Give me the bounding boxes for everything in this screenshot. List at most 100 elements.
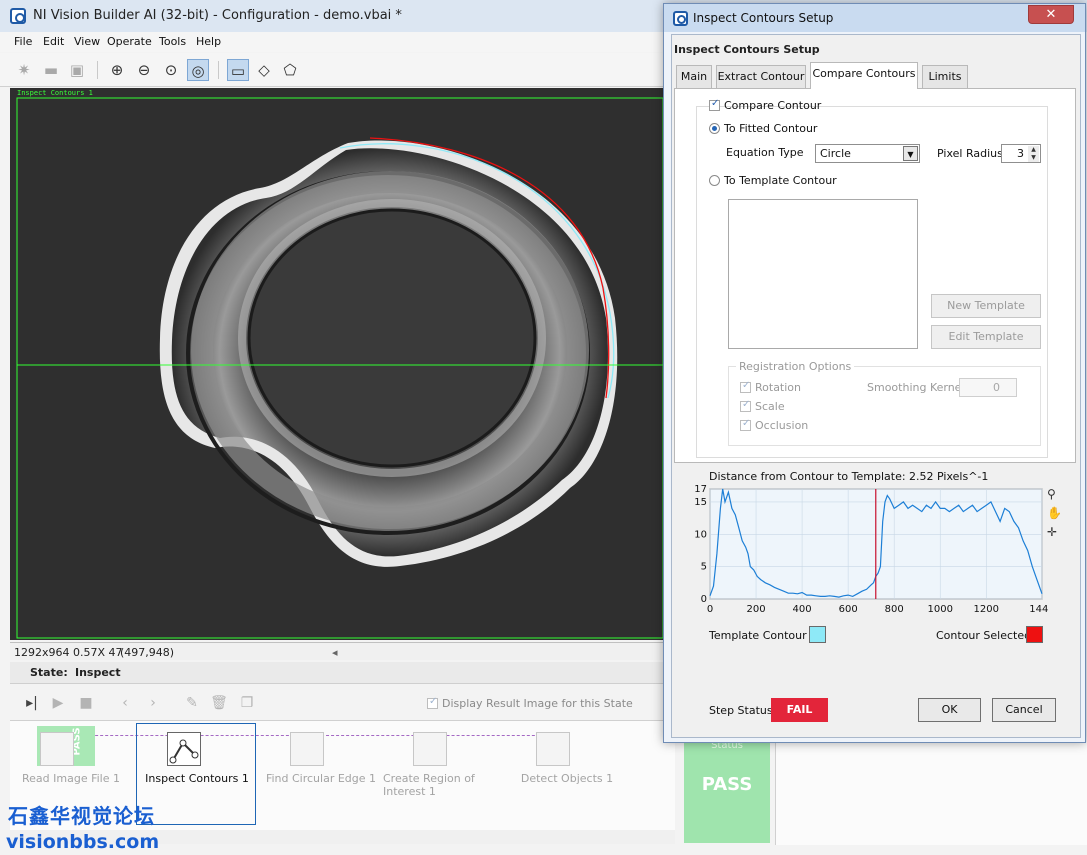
rectangle-tool-icon[interactable]: ▭ — [227, 59, 249, 81]
step-name: Read Image File 1 — [22, 772, 120, 785]
equation-type-label: Equation Type — [726, 146, 804, 159]
y-tick-label: 0 — [701, 594, 707, 605]
polygon-tool-icon[interactable]: ⬠ — [279, 59, 301, 81]
tab-extract-contour[interactable]: Extract Contour — [716, 65, 806, 88]
menu-operate[interactable]: Operate — [107, 35, 152, 48]
x-tick-label: 1000 — [928, 604, 953, 615]
cursor-tool-icon[interactable]: ✛ — [1047, 525, 1057, 539]
zoom-out-icon[interactable]: ⊖ — [133, 59, 155, 81]
template-color-swatch[interactable] — [809, 626, 826, 643]
template-radio-icon[interactable] — [709, 175, 720, 186]
rotation-check-icon[interactable] — [740, 380, 751, 393]
toolbar-separator — [218, 61, 219, 79]
viewer-status-bar: 1292x964 0.57X 47 (497,948) ◂ — [10, 642, 665, 660]
x-tick-label: 200 — [747, 604, 766, 615]
folder-icon[interactable]: ▬ — [40, 59, 62, 81]
dialog-logo-icon — [673, 11, 688, 26]
dialog-title-bar: Inspect Contours Setup — [664, 4, 1085, 32]
results-panel — [775, 742, 1087, 845]
occlusion-check-icon[interactable] — [740, 418, 751, 431]
tab-limits[interactable]: Limits — [922, 65, 968, 88]
menu-edit[interactable]: Edit — [43, 35, 64, 48]
toolbar-separator — [97, 61, 98, 79]
cancel-button[interactable]: Cancel — [992, 698, 1056, 722]
step-name: Detect Objects 1 — [520, 772, 614, 785]
to-template-contour-radio[interactable]: To Template Contour — [709, 174, 837, 187]
menu-tools[interactable]: Tools — [159, 35, 186, 48]
delete-step-icon[interactable]: 🗑 — [209, 693, 229, 713]
y-tick-label: 17 — [694, 484, 707, 495]
menu-view[interactable]: View — [74, 35, 100, 48]
tab-compare-contours[interactable]: Compare Contours — [810, 62, 918, 89]
compare-contour-label: Compare Contour — [724, 99, 822, 112]
contour-icon — [167, 732, 201, 766]
zoom-1to1-icon[interactable]: ⊙ — [160, 59, 182, 81]
inspect-contours-dialog: Inspect Contours Setup ✕ Inspect Contour… — [663, 3, 1086, 743]
fitted-radio-icon[interactable] — [709, 123, 720, 134]
equation-type-value: Circle — [820, 147, 851, 160]
cursor-coords-readout: (497,948) — [120, 646, 175, 659]
image-viewer[interactable]: Inspect Contours 1 — [10, 88, 665, 640]
compare-contour-checkbox[interactable]: Compare Contour — [709, 98, 822, 112]
spin-up-icon[interactable]: ▲ — [1028, 146, 1039, 154]
display-result-check-icon[interactable] — [427, 696, 438, 709]
asterisk-icon[interactable]: ✷ — [13, 59, 35, 81]
chevron-down-icon[interactable]: ▼ — [903, 146, 918, 161]
zoom-fit-icon[interactable]: ◎ — [187, 59, 209, 81]
display-result-checkbox[interactable]: Display Result Image for this State — [427, 696, 633, 710]
ok-button[interactable]: OK — [918, 698, 981, 722]
step-status-badge: FAIL — [771, 698, 828, 722]
menu-help[interactable]: Help — [196, 35, 221, 48]
step-create-roi[interactable]: Create Region of Interest 1 — [383, 724, 503, 822]
menu-file[interactable]: File — [14, 35, 32, 48]
scale-label: Scale — [755, 400, 785, 413]
pixel-radius-value: 3 — [1017, 147, 1024, 160]
to-fitted-label: To Fitted Contour — [724, 122, 818, 135]
watermark-text: 石鑫华视觉论坛 — [8, 804, 155, 828]
stop-icon[interactable]: ■ — [76, 693, 96, 713]
contour-selected-legend: Contour Selected — [936, 629, 1032, 642]
circular-edge-icon — [290, 732, 324, 766]
step-detect-objects[interactable]: Detect Objects 1 — [508, 724, 626, 822]
rotation-label: Rotation — [755, 381, 802, 394]
equation-type-select[interactable]: Circle ▼ — [815, 144, 920, 163]
step-name: Create Region of Interest 1 — [383, 772, 475, 798]
registration-options-label: Registration Options — [736, 360, 855, 373]
next-step-icon[interactable]: › — [143, 693, 163, 713]
scale-checkbox[interactable]: Scale — [740, 399, 785, 413]
tab-main[interactable]: Main — [676, 65, 712, 88]
display-result-label: Display Result Image for this State — [442, 697, 633, 710]
distance-graph[interactable]: 0 200 400 600 800 1000 1200 1442 0 5 10 15 17 — [688, 483, 1048, 619]
template-contour-legend: Template Contour — [709, 629, 807, 642]
edit-template-button[interactable]: Edit Template — [931, 325, 1041, 349]
roi-label: Inspect Contours 1 — [17, 89, 93, 97]
main-window-title: NI Vision Builder AI (32-bit) - Configur… — [33, 8, 402, 23]
previous-step-icon[interactable]: ‹ — [115, 693, 135, 713]
pixel-radius-stepper[interactable]: 3 ▲ ▼ — [1001, 144, 1041, 163]
occlusion-checkbox[interactable]: Occlusion — [740, 418, 809, 432]
selected-color-swatch[interactable] — [1026, 626, 1043, 643]
scale-check-icon[interactable] — [740, 399, 751, 412]
edit-step-icon[interactable]: ✎ — [182, 693, 202, 713]
spin-down-icon[interactable]: ▼ — [1028, 154, 1039, 162]
step-find-circular-edge[interactable]: Find Circular Edge 1 — [262, 724, 380, 822]
close-icon[interactable]: ✕ — [1028, 5, 1074, 24]
smoothing-kernel-label: Smoothing Kernel — [867, 381, 965, 394]
save-icon[interactable]: ▣ — [66, 59, 88, 81]
run-once-icon[interactable]: ▸| — [22, 693, 42, 713]
menu-bar: File Edit View Operate Tools Help — [0, 32, 665, 52]
to-fitted-contour-radio[interactable]: To Fitted Contour — [709, 122, 817, 135]
rotation-checkbox[interactable]: Rotation — [740, 380, 802, 394]
duplicate-step-icon[interactable]: ❐ — [237, 693, 257, 713]
scroll-left-icon[interactable]: ◂ — [332, 646, 338, 659]
play-icon[interactable]: ▶ — [48, 693, 68, 713]
smoothing-kernel-stepper[interactable]: 0 — [959, 378, 1017, 397]
zoom-in-icon[interactable]: ⊕ — [106, 59, 128, 81]
occlusion-label: Occlusion — [755, 419, 809, 432]
rotated-rect-tool-icon[interactable]: ◇ — [253, 59, 275, 81]
dialog-heading: Inspect Contours Setup — [674, 43, 820, 56]
compare-contour-check-icon[interactable] — [709, 98, 720, 111]
zoom-tool-icon[interactable]: ⚲ — [1047, 487, 1056, 501]
pan-hand-icon[interactable]: ✋ — [1047, 506, 1062, 520]
new-template-button[interactable]: New Template — [931, 294, 1041, 318]
